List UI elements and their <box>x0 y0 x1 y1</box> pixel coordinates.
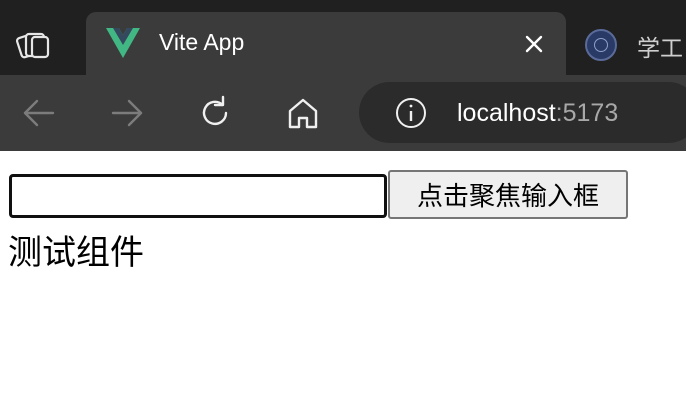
tab-vite-app[interactable]: Vite App <box>86 12 566 75</box>
browser-toolbar: localhost:5173 <box>0 75 686 151</box>
tab-title: 学工 <box>637 35 683 61</box>
address-bar[interactable]: localhost:5173 <box>359 82 686 143</box>
home-icon[interactable] <box>283 93 323 133</box>
tab-strip: Vite App 学工 <box>0 0 686 75</box>
workspaces-icon[interactable] <box>15 26 52 62</box>
url-text[interactable]: localhost:5173 <box>457 99 618 128</box>
refresh-icon[interactable] <box>195 93 235 133</box>
test-component-text: 测试组件 <box>8 233 144 273</box>
tab-xuegong[interactable]: 学工 <box>572 12 686 75</box>
browser-window: Vite App 学工 localhost:5173 点击聚焦输入框 测试组件 <box>0 0 686 418</box>
url-host: localhost <box>457 99 556 127</box>
arrow-right-icon[interactable] <box>107 93 147 133</box>
url-port: :5173 <box>555 99 619 127</box>
tab-title: Vite App <box>159 29 245 55</box>
text-input[interactable] <box>9 174 387 218</box>
info-icon[interactable] <box>395 97 427 129</box>
close-icon[interactable] <box>522 32 546 56</box>
university-seal-icon <box>585 29 617 61</box>
vue-logo-icon <box>106 28 140 58</box>
focus-input-button[interactable]: 点击聚焦输入框 <box>388 170 628 219</box>
page-viewport: 点击聚焦输入框 测试组件 <box>0 151 686 418</box>
arrow-left-icon[interactable] <box>19 93 59 133</box>
